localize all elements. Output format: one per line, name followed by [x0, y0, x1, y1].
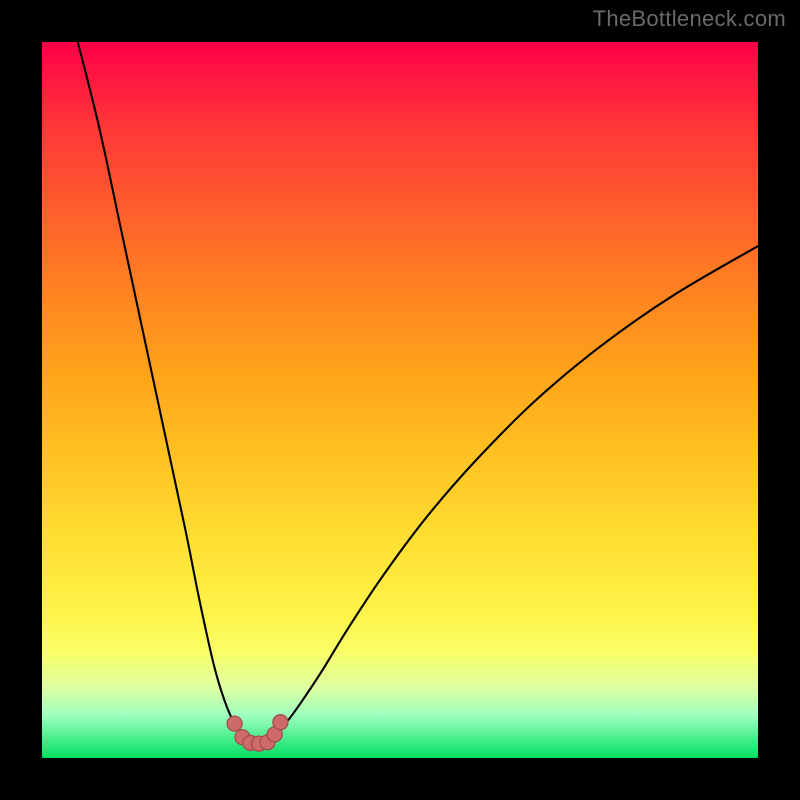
minimum-markers [227, 715, 288, 752]
bottleneck-curve [42, 42, 758, 758]
minimum-marker [227, 716, 242, 731]
minimum-marker [273, 715, 288, 730]
plot-area [42, 42, 758, 758]
curve-right-branch [257, 246, 758, 744]
attribution-label: TheBottleneck.com [593, 6, 786, 32]
curve-left-branch [78, 42, 257, 744]
chart-stage: TheBottleneck.com [0, 0, 800, 800]
